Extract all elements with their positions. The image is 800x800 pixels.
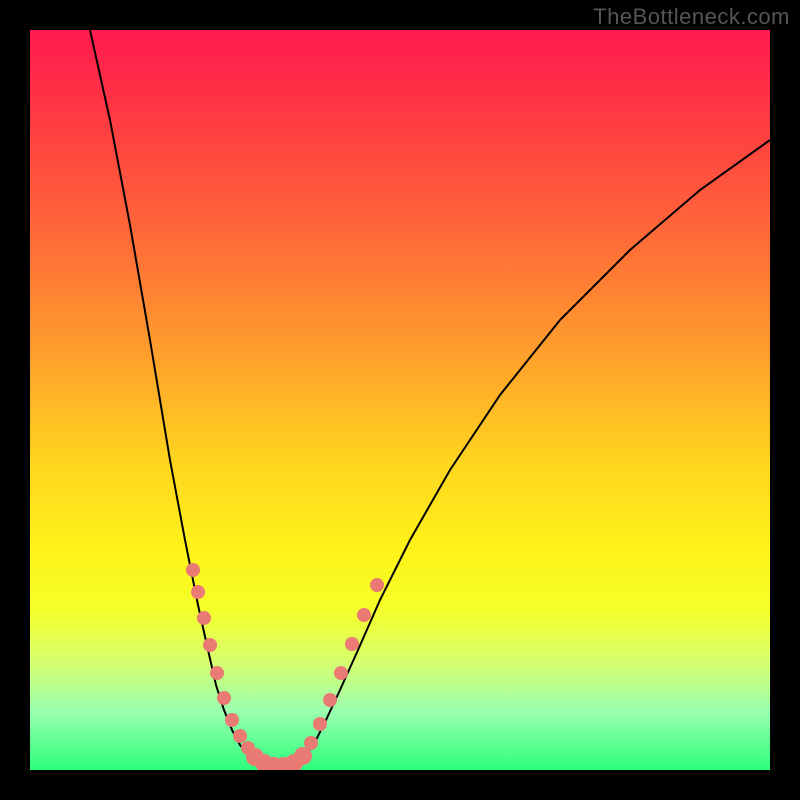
data-dot xyxy=(370,578,384,592)
data-dot xyxy=(225,713,239,727)
data-dot xyxy=(304,736,318,750)
data-dot xyxy=(203,638,217,652)
data-dot xyxy=(313,717,327,731)
data-dot xyxy=(186,563,200,577)
data-dot xyxy=(357,608,371,622)
data-dots xyxy=(186,563,384,770)
data-dot xyxy=(210,666,224,680)
data-dot xyxy=(323,693,337,707)
curve-left xyxy=(90,30,262,763)
chart-svg xyxy=(30,30,770,770)
data-dot xyxy=(217,691,231,705)
chart-frame xyxy=(30,30,770,770)
data-dot xyxy=(233,729,247,743)
curve-right xyxy=(298,140,770,763)
data-dot xyxy=(191,585,205,599)
data-dot xyxy=(197,611,211,625)
watermark-text: TheBottleneck.com xyxy=(593,4,790,30)
data-dot xyxy=(345,637,359,651)
data-dot xyxy=(334,666,348,680)
